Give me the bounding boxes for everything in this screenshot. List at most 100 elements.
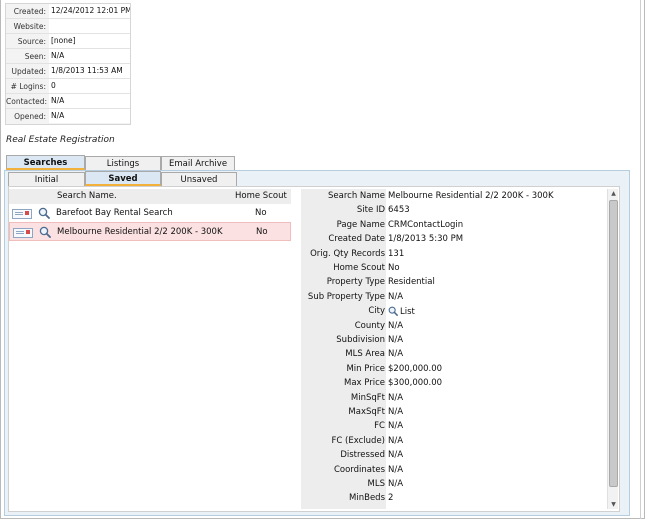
info-value: 1/8/2013 11:53 AM [49, 64, 130, 78]
searches-table-header: Search Name. Home Scout [9, 189, 291, 204]
detail-label: MaxSqFt [348, 407, 385, 417]
detail-row-fc: FC N/A [301, 419, 619, 433]
email-icon[interactable] [13, 228, 33, 238]
info-value: N/A [49, 109, 130, 123]
detail-value: Melbourne Residential 2/2 200K - 300K [388, 191, 554, 201]
detail-value: Residential [388, 277, 435, 288]
tab-unsaved[interactable]: Unsaved [161, 172, 237, 187]
tab-email-archive[interactable]: Email Archive [161, 156, 235, 171]
detail-row-orig-qty: Orig. Qty Records 131 [301, 247, 619, 261]
info-row-logins: # Logins: 0 [6, 79, 130, 94]
detail-value: N/A [388, 392, 404, 403]
detail-value: N/A [388, 335, 404, 345]
detail-label: Created Date [328, 234, 385, 245]
info-row-opened: Opened: N/A [6, 109, 130, 124]
search-details-panel: Search Name Melbourne Residential 2/2 20… [301, 189, 619, 509]
tab-searches[interactable]: Searches [6, 155, 85, 170]
home-scout-value: No [255, 208, 267, 218]
info-label: # Logins: [10, 82, 46, 91]
info-value: 0 [49, 79, 130, 93]
info-value [49, 19, 130, 33]
detail-row-created-date: Created Date 1/8/2013 5:30 PM [301, 232, 619, 246]
detail-value: 1/8/2013 5:30 PM [388, 234, 464, 245]
magnifier-icon[interactable] [38, 207, 50, 219]
detail-row-minsqft: MinSqFt N/A [301, 391, 619, 405]
info-row-updated: Updated: 1/8/2013 11:53 AM [6, 64, 130, 79]
email-icon[interactable] [12, 209, 32, 219]
detail-row-minbeds: MinBeds 2 [301, 491, 619, 505]
tab-listings[interactable]: Listings [85, 156, 161, 171]
detail-label: FC (Exclude) [331, 435, 385, 446]
magnifier-icon[interactable] [39, 226, 51, 238]
detail-label: Max Price [343, 378, 385, 389]
contact-info-panel: Created: 12/24/2012 12:01 PM Website: So… [5, 3, 131, 125]
column-header-search-name[interactable]: Search Name. [57, 191, 117, 201]
detail-label: MinBeds [349, 493, 385, 504]
table-row[interactable]: Barefoot Bay Rental Search No [9, 204, 291, 223]
detail-label: City [368, 306, 385, 317]
detail-label: FC [374, 421, 385, 432]
info-label: Created: [13, 7, 46, 16]
column-header-home-scout[interactable]: Home Scout [235, 191, 287, 201]
detail-label: MLS [367, 479, 385, 489]
detail-value: N/A [388, 407, 404, 417]
info-label: Opened: [14, 112, 46, 121]
city-list-link[interactable]: List [388, 306, 415, 317]
tab-initial[interactable]: Initial [8, 172, 85, 187]
detail-label: Orig. Qty Records [310, 248, 385, 259]
detail-row-mls-area: MLS Area N/A [301, 347, 619, 361]
info-label: Source: [17, 37, 46, 46]
detail-label: Site ID [356, 205, 385, 216]
detail-row-max-price: Max Price $300,000.00 [301, 376, 619, 390]
detail-label: MLS Area [345, 349, 385, 360]
detail-label: Home Scout [333, 263, 385, 273]
info-value: N/A [49, 94, 130, 108]
city-list-label[interactable]: List [400, 307, 415, 317]
info-label: Website: [13, 22, 46, 31]
detail-row-mls: MLS N/A [301, 477, 619, 491]
detail-value: $300,000.00 [388, 378, 443, 389]
detail-row-property-type: Property Type Residential [301, 275, 619, 289]
detail-row-home-scout: Home Scout No [301, 261, 619, 275]
scroll-down-arrow[interactable]: ▼ [609, 500, 618, 509]
detail-row-maxsqft: MaxSqFt N/A [301, 405, 619, 419]
tab-saved[interactable]: Saved [85, 171, 161, 186]
detail-label: Sub Property Type [307, 291, 385, 302]
scroll-up-arrow[interactable]: ▲ [609, 189, 618, 198]
detail-label: County [354, 320, 385, 331]
detail-value: N/A [388, 464, 404, 475]
detail-value: 6453 [388, 205, 410, 216]
detail-label: Coordinates [333, 464, 385, 475]
detail-value: N/A [388, 349, 404, 360]
detail-value: N/A [388, 479, 404, 489]
detail-value: N/A [388, 450, 404, 461]
detail-value: N/A [388, 421, 404, 432]
table-row-selected[interactable]: Melbourne Residential 2/2 200K - 300K No [9, 222, 291, 241]
detail-row-search-name: Search Name Melbourne Residential 2/2 20… [301, 189, 619, 203]
detail-label: MinSqFt [350, 392, 385, 403]
search-name: Melbourne Residential 2/2 200K - 300K [57, 227, 223, 237]
info-row-contacted: Contacted: N/A [6, 94, 130, 109]
info-label: Seen: [24, 52, 46, 61]
detail-label: Min Price [346, 363, 385, 374]
info-row-website: Website: [6, 19, 130, 34]
detail-row-min-price: Min Price $200,000.00 [301, 362, 619, 376]
detail-value: 131 [388, 248, 405, 259]
detail-label: Search Name [328, 191, 385, 201]
detail-value: CRMContactLogin [388, 219, 464, 230]
info-value: 12/24/2012 12:01 PM [49, 4, 130, 18]
detail-label: Property Type [326, 277, 385, 288]
detail-label: Distressed [340, 450, 385, 461]
scrollbar-thumb[interactable] [609, 200, 618, 487]
details-scrollbar[interactable]: ▲ ▼ [607, 189, 618, 509]
info-row-source: Source: [none] [6, 34, 130, 49]
search-name: Barefoot Bay Rental Search [56, 208, 173, 218]
magnifier-icon[interactable] [388, 306, 398, 317]
detail-value: N/A [388, 320, 404, 331]
detail-value: N/A [388, 291, 404, 302]
detail-row-site-id: Site ID 6453 [301, 203, 619, 217]
home-scout-value: No [256, 227, 268, 237]
detail-value: No [388, 263, 400, 273]
detail-value: 2 [388, 493, 394, 504]
info-value: N/A [49, 49, 130, 63]
